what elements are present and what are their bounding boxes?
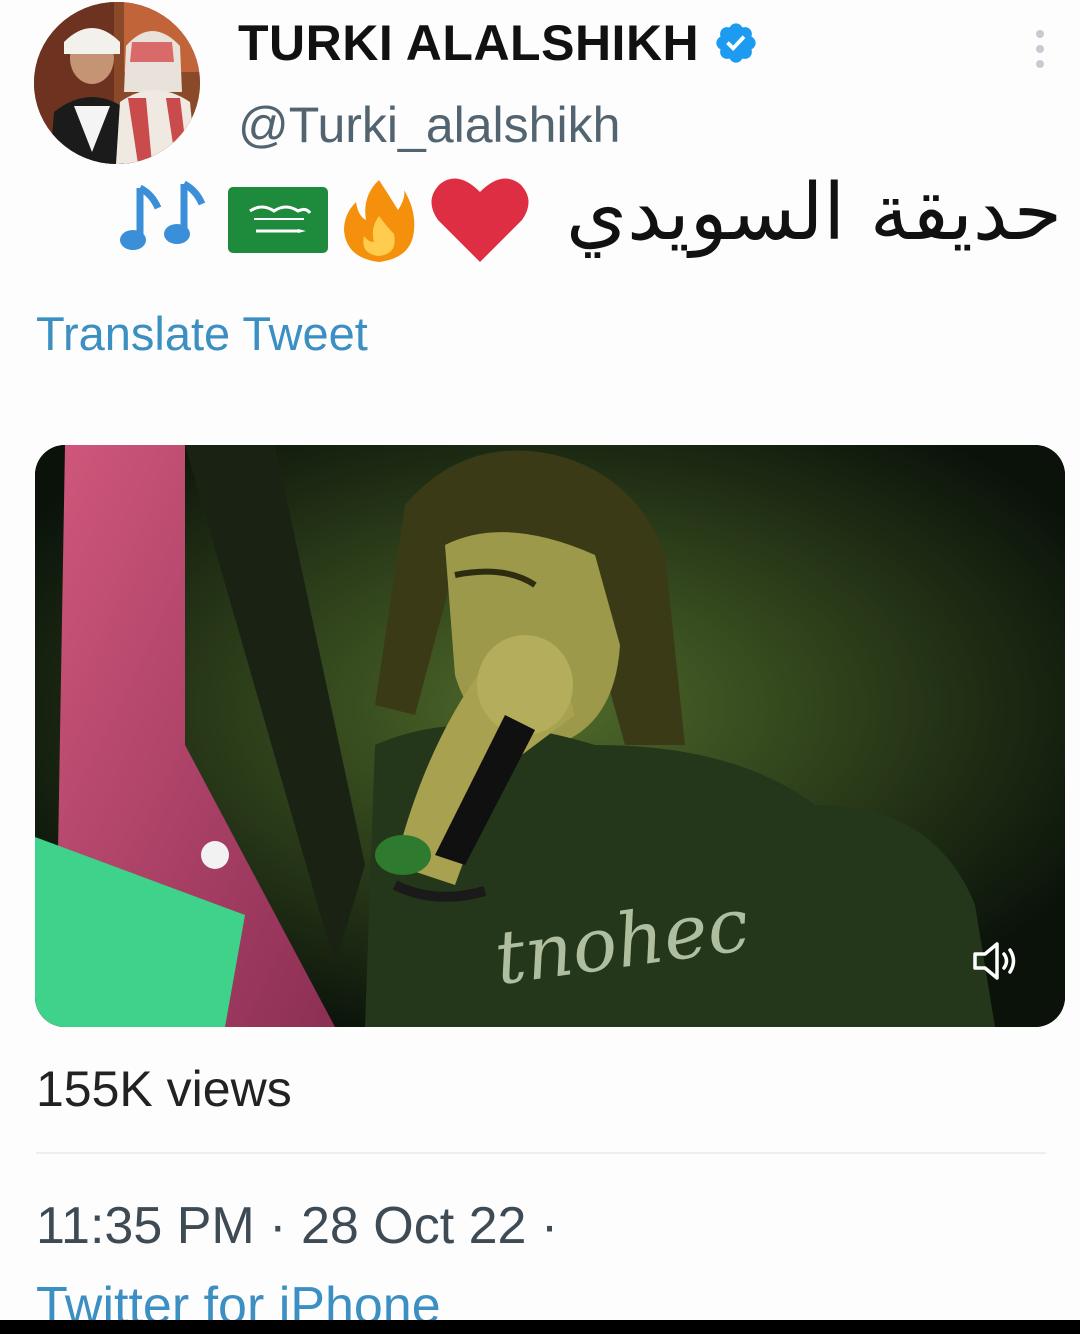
volume-muted-icon[interactable]	[971, 939, 1019, 983]
separator-dot: ·	[269, 1197, 287, 1255]
divider	[36, 1152, 1046, 1154]
tweet-detail-screen: TURKI ALALSHIKH @Turki_alalshikh حديقة ا…	[0, 0, 1080, 1334]
fire-icon	[344, 180, 415, 262]
saudi-flag-icon	[228, 187, 328, 253]
author-handle[interactable]: @Turki_alalshikh	[238, 96, 620, 154]
tweet-date: 28 Oct 22	[300, 1197, 527, 1255]
separator-dot-trailing: ·	[540, 1197, 559, 1255]
tweet-timestamp[interactable]: 11:35 PM · 28 Oct 22 ·	[36, 1196, 558, 1256]
view-count: 155K views	[36, 1061, 292, 1117]
author-display-name[interactable]: TURKI ALALSHIKH	[238, 14, 699, 72]
tweet-time: 11:35 PM	[36, 1197, 255, 1255]
author-avatar[interactable]	[34, 2, 200, 164]
tweet-video[interactable]: tnohec	[35, 445, 1065, 1027]
translate-tweet-link[interactable]: Translate Tweet	[36, 306, 368, 361]
tweet-text-arabic: حديقة السويدي	[566, 168, 1062, 258]
musical-notes-icon	[120, 180, 206, 250]
red-heart-icon	[431, 178, 529, 262]
more-options-icon[interactable]	[1022, 26, 1058, 72]
avatar-photo	[34, 2, 200, 164]
tweet-emoji-row	[118, 174, 530, 266]
tweet-text: حديقة السويدي	[110, 168, 1070, 278]
verified-badge-icon	[716, 23, 756, 63]
bottom-edge-bar	[0, 1320, 1080, 1334]
author-name-row[interactable]: TURKI ALALSHIKH	[238, 14, 759, 72]
video-frame: tnohec	[35, 445, 1065, 1027]
